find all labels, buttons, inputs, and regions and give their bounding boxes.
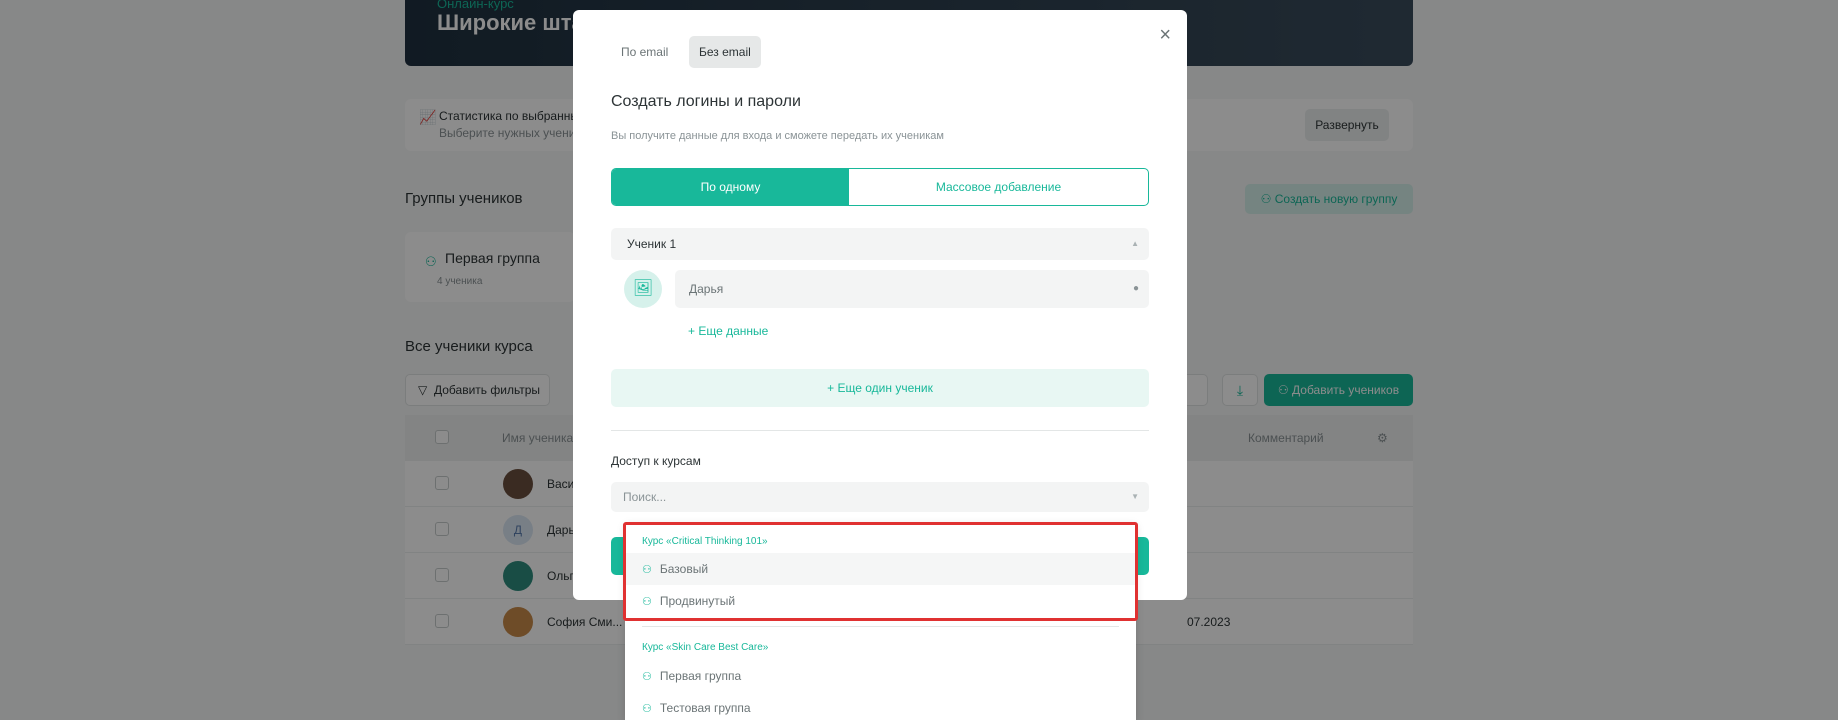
option-label: Тестовая группа [659, 701, 751, 715]
divider [611, 430, 1149, 431]
course-group-header: Курс «Skin Care Best Care» [642, 642, 769, 653]
course-access-label: Доступ к курсам [611, 454, 701, 468]
highlight-box [623, 522, 1138, 621]
dropdown-option[interactable]: ⚇ Первая группа [625, 660, 1136, 692]
modal-description: Вы получите данные для входа и сможете п… [611, 130, 944, 142]
close-icon[interactable]: × [1159, 24, 1171, 47]
divider [642, 626, 1119, 627]
add-another-student-button[interactable]: + Еще один ученик [611, 369, 1149, 407]
required-marker: ● [1132, 283, 1139, 294]
student-label: Ученик 1 [627, 237, 677, 251]
dropdown-option[interactable]: ⚇ Тестовая группа [625, 692, 1136, 720]
option-label: Первая группа [659, 669, 742, 683]
chevron-up-icon: ▲ [1131, 239, 1139, 248]
modal-title: Создать логины и пароли [611, 93, 801, 110]
student-accordion[interactable]: Ученик 1 ▲ [611, 228, 1149, 260]
more-data-link[interactable]: + Еще данные [688, 324, 768, 338]
mode-bulk-button[interactable]: Массовое добавление [849, 169, 1148, 205]
chevron-down-icon: ▼ [1131, 492, 1139, 501]
group-icon: ⚇ [642, 703, 652, 715]
name-value: Дарья [689, 282, 724, 296]
add-mode-switch: По одному Массовое добавление [611, 168, 1149, 206]
search-placeholder: Поиск... [623, 490, 667, 504]
create-logins-modal: × По email Без email Создать логины и па… [573, 10, 1187, 600]
tab-without-email[interactable]: Без email [689, 36, 761, 68]
image-upload-icon[interactable]: 🖼 [624, 270, 662, 308]
student-name-input[interactable]: Дарья ● [675, 270, 1149, 308]
mode-single-button[interactable]: По одному [612, 169, 849, 205]
course-search-input[interactable]: Поиск... ▼ [611, 482, 1149, 512]
tab-by-email[interactable]: По email [611, 36, 678, 68]
group-icon: ⚇ [642, 671, 652, 683]
